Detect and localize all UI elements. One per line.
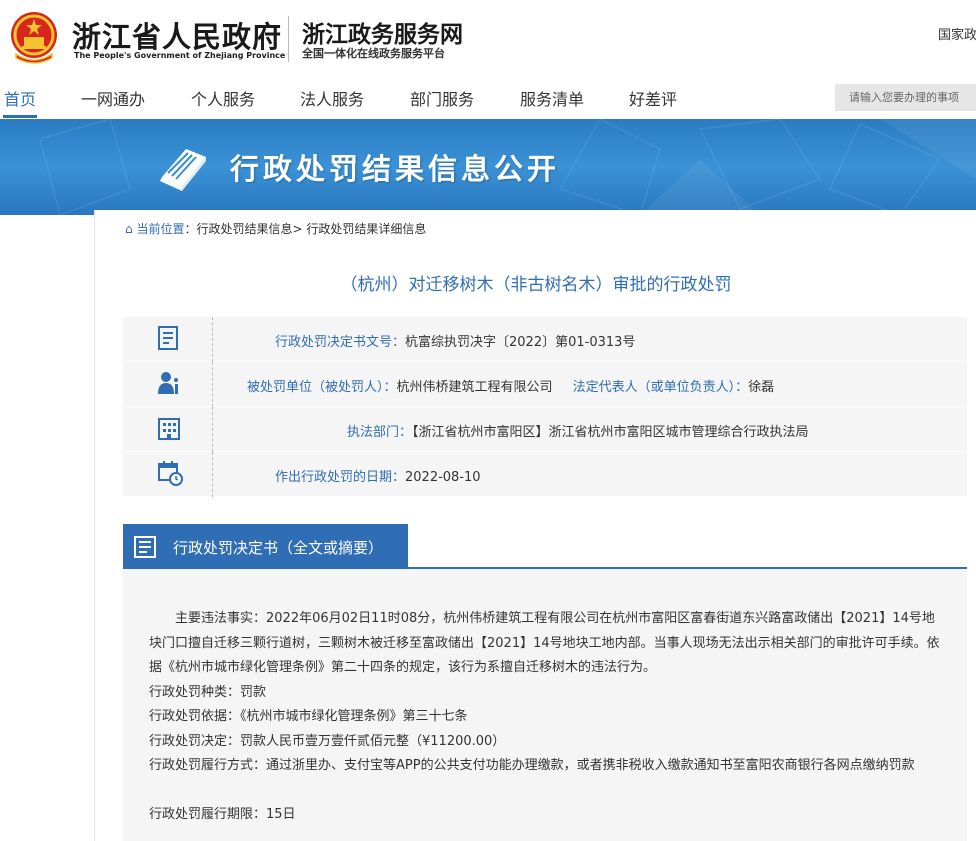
info-row-party: 被处罚单位（被处罚人）：杭州伟桥建筑工程有限公司 法定代表人（或单位负责人）：徐… xyxy=(123,362,967,407)
nav-item-one-stop[interactable]: 一网通办 xyxy=(81,86,145,110)
info-row-doc-no: 行政处罚决定书文号：杭富综执罚决字〔2022〕第01-0313号 xyxy=(123,317,967,362)
page-banner: 行政处罚结果信息公开 xyxy=(0,119,976,215)
decision-basis: 行政处罚依据：《杭州市城市绿化管理条例》第三十七条 xyxy=(149,709,468,724)
header-divider xyxy=(288,16,289,62)
nav-item-personal[interactable]: 个人服务 xyxy=(191,86,255,110)
nav-item-home[interactable]: 首页 xyxy=(4,86,36,110)
nav-item-service-list[interactable]: 服务清单 xyxy=(520,86,584,110)
doc-no-text: 行政处罚决定书文号：杭富综执罚决字〔2022〕第01-0313号 xyxy=(275,331,967,350)
nav-item-rating[interactable]: 好差评 xyxy=(629,86,677,110)
service-subtitle: 全国一体化在线政务服务平台 xyxy=(302,47,445,60)
site-header: 浙江省人民政府 The People's Government of Zheji… xyxy=(0,0,976,78)
person-icon xyxy=(158,372,178,394)
party-value: 杭州伟桥建筑工程有限公司 xyxy=(396,380,553,395)
party-label: 被处罚单位（被处罚人）： xyxy=(247,380,397,395)
decision-facts: 主要违法事实：2022年06月02日11时08分，杭州伟桥建筑工程有限公司在杭州… xyxy=(149,611,940,675)
date-label: 作出行政处罚的日期： xyxy=(275,470,406,485)
breadcrumb: ⌂ 当前位置：行政处罚结果信息> 行政处罚结果详细信息 xyxy=(125,220,426,237)
decision-body: 主要违法事实：2022年06月02日11时08分，杭州伟桥建筑工程有限公司在杭州… xyxy=(123,569,967,841)
nav-item-department[interactable]: 部门服务 xyxy=(410,86,474,110)
building-icon xyxy=(158,418,180,440)
doc-no-label: 行政处罚决定书文号： xyxy=(275,335,406,350)
section-tab-decision[interactable]: 行政处罚决定书（全文或摘要） xyxy=(123,524,408,569)
party-text: 被处罚单位（被处罚人）：杭州伟桥建筑工程有限公司 法定代表人（或单位负责人）：徐… xyxy=(247,376,967,395)
search-input[interactable]: 请输入您要办理的事项 xyxy=(835,84,976,111)
date-value: 2022-08-10 xyxy=(405,470,481,485)
gov-title[interactable]: 浙江省人民政府 xyxy=(72,14,282,56)
service-title[interactable]: 浙江政务服务网 xyxy=(302,15,463,49)
content-panel: ⌂ 当前位置：行政处罚结果信息> 行政处罚结果详细信息 （杭州）对迁移树木（非古… xyxy=(94,210,976,841)
breadcrumb-path[interactable]: ：行政处罚结果信息> 行政处罚结果详细信息 xyxy=(184,222,426,236)
main-nav: 首页 一网通办 个人服务 法人服务 部门服务 服务清单 好差评 请输入您要办理的… xyxy=(0,78,976,119)
banner-title: 行政处罚结果信息公开 xyxy=(230,152,561,186)
decision-deadline: 行政处罚履行期限：15日 xyxy=(149,807,296,822)
document-icon xyxy=(158,326,178,350)
info-table: 行政处罚决定书文号：杭富综执罚决字〔2022〕第01-0313号 被处罚单位（被… xyxy=(123,317,967,497)
icon-cell xyxy=(123,317,213,362)
book-icon xyxy=(160,149,206,191)
dept-text: 执法部门：【浙江省杭州市富阳区】浙江省杭州市富阳区城市管理综合行政执法局 xyxy=(347,421,967,440)
rep-value: 徐磊 xyxy=(748,380,775,395)
national-emblem-icon[interactable] xyxy=(8,10,60,64)
icon-cell xyxy=(123,407,213,452)
gov-subtitle: The People's Government of Zhejiang Prov… xyxy=(74,51,286,60)
icon-cell xyxy=(123,362,213,407)
document-list-icon xyxy=(134,536,156,558)
decision-type: 行政处罚种类：罚款 xyxy=(149,685,267,700)
icon-cell xyxy=(123,452,213,497)
doc-no-value: 杭富综执罚决字〔2022〕第01-0313号 xyxy=(405,335,636,350)
home-icon[interactable]: ⌂ xyxy=(125,222,133,236)
calendar-clock-icon xyxy=(158,461,183,486)
decision-result: 行政处罚决定：罚款人民币壹万壹仟贰佰元整（¥11200.00） xyxy=(149,734,506,749)
top-link-national[interactable]: 国家政 xyxy=(938,24,976,43)
section-title: 行政处罚决定书（全文或摘要） xyxy=(173,539,384,557)
rep-label: 法定代表人（或单位负责人）： xyxy=(572,380,749,395)
page-title: （杭州）对迁移树木（非古树名木）审批的行政处罚 xyxy=(340,275,732,295)
dept-value: 【浙江省杭州市富阳区】浙江省杭州市富阳区城市管理综合行政执法局 xyxy=(412,425,809,440)
breadcrumb-home[interactable]: 当前位置 xyxy=(136,222,184,236)
nav-active-indicator xyxy=(3,115,37,118)
date-text: 作出行政处罚的日期：2022-08-10 xyxy=(275,466,967,485)
dept-label: 执法部门： xyxy=(347,425,413,440)
decision-method: 行政处罚履行方式：通过浙里办、支付宝等APP的公共支付功能办理缴款，或者携非税收… xyxy=(149,758,915,773)
info-row-dept: 执法部门：【浙江省杭州市富阳区】浙江省杭州市富阳区城市管理综合行政执法局 xyxy=(123,407,967,452)
nav-item-corporate[interactable]: 法人服务 xyxy=(300,86,364,110)
info-row-date: 作出行政处罚的日期：2022-08-10 xyxy=(123,452,967,497)
